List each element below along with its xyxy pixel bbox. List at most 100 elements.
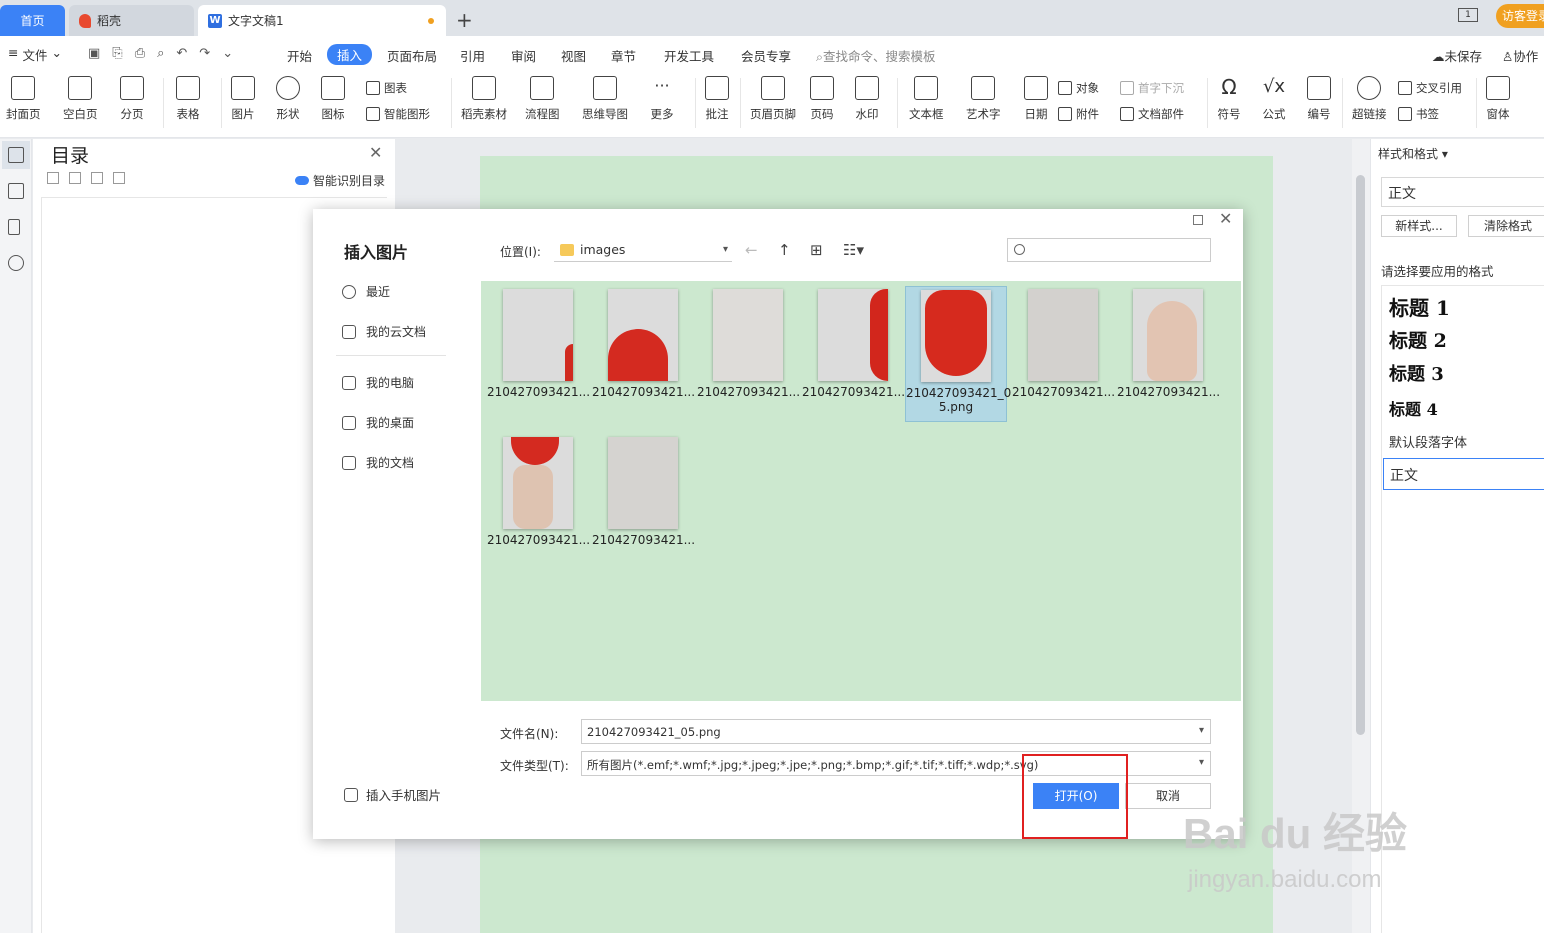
clear-format-button[interactable]: 清除格式 — [1468, 215, 1544, 237]
hyperlink-button[interactable]: 超链接 — [1352, 76, 1387, 122]
nav-docs[interactable]: 我的文档 — [342, 454, 414, 471]
menu-layout[interactable]: 页面布局 — [387, 46, 437, 65]
collapse-icon[interactable] — [47, 172, 59, 184]
guest-login-button[interactable]: 访客登录 — [1496, 4, 1544, 28]
location-select[interactable]: images ▾ — [554, 238, 732, 262]
watermark-button[interactable]: 水印 — [855, 76, 879, 122]
wordart-button[interactable]: 艺术字 — [966, 76, 1001, 122]
file-item[interactable]: 210427093421... — [487, 437, 590, 547]
export-icon[interactable]: ⎘ — [112, 46, 122, 61]
form-button[interactable]: 窗体 — [1486, 76, 1510, 122]
tab-home[interactable]: 首页 — [0, 5, 65, 36]
up-arrow-icon[interactable]: ↑ — [778, 241, 791, 259]
comment-button[interactable]: 批注 — [705, 76, 729, 122]
style-heading-1[interactable]: 标题 1 — [1389, 292, 1450, 321]
symbol-button[interactable]: Ω 符号 — [1217, 76, 1241, 122]
crossref-button[interactable]: 交叉引用 — [1398, 80, 1462, 96]
file-item[interactable]: 210427093421... — [697, 289, 800, 399]
preview-icon[interactable]: ⌕ — [157, 46, 164, 61]
picture-button[interactable]: 图片 — [231, 76, 255, 122]
object-button[interactable]: 对象 — [1058, 80, 1099, 96]
command-search[interactable]: ⌕查找命令、搜索模板 — [816, 46, 936, 65]
menu-member[interactable]: 会员专享 — [741, 46, 791, 65]
file-item[interactable]: 210427093421... — [802, 289, 905, 399]
cover-page-button[interactable]: 封面页 — [6, 76, 41, 122]
menu-reference[interactable]: 引用 — [460, 46, 485, 65]
file-item[interactable]: 210427093421... — [487, 289, 590, 399]
attachment-button[interactable]: 附件 — [1058, 106, 1099, 122]
docparts-button[interactable]: 文档部件 — [1120, 106, 1184, 122]
table-button[interactable]: 表格 — [176, 76, 200, 122]
materials-button[interactable]: 稻壳素材 — [461, 76, 507, 122]
scroll-thumb[interactable] — [1356, 175, 1365, 735]
style-heading-3[interactable]: 标题 3 — [1389, 360, 1444, 386]
view-mode-icon[interactable]: ☷▾ — [843, 241, 864, 259]
insert-phone-picture[interactable]: 插入手机图片 — [344, 785, 441, 804]
menu-view[interactable]: 视图 — [561, 46, 586, 65]
maximize-icon[interactable] — [1193, 215, 1203, 225]
tab-document[interactable]: W 文字文稿1 — [198, 5, 446, 36]
menu-insert[interactable]: 插入 — [327, 44, 373, 65]
header-footer-button[interactable]: 页眉页脚 — [750, 76, 796, 122]
nav-pc[interactable]: 我的电脑 — [342, 374, 414, 391]
icon-button[interactable]: 图标 — [321, 76, 345, 122]
window-count-icon[interactable]: 1 — [1458, 8, 1478, 22]
save-icon[interactable]: ▣ — [88, 46, 100, 61]
chart-button[interactable]: 图表 — [366, 80, 407, 96]
textbox-button[interactable]: 文本框 — [909, 76, 944, 122]
style-heading-4[interactable]: 标题 4 — [1389, 396, 1438, 420]
new-folder-icon[interactable]: ⊞ — [810, 241, 823, 259]
add-level-icon[interactable] — [91, 172, 103, 184]
close-icon[interactable]: ✕ — [1219, 209, 1232, 228]
menu-developer[interactable]: 开发工具 — [664, 46, 714, 65]
styles-panel-title[interactable]: 样式和格式 ▾ — [1378, 145, 1448, 162]
navigation-icon[interactable] — [8, 183, 24, 199]
new-tab-icon[interactable]: + — [456, 8, 473, 32]
bookmark-icon[interactable] — [8, 219, 20, 235]
file-search-input[interactable] — [1007, 238, 1211, 262]
dropcap-button[interactable]: 首字下沉 — [1120, 80, 1184, 96]
nav-cloud[interactable]: 我的云文档 — [342, 323, 426, 340]
new-style-button[interactable]: 新样式... — [1381, 215, 1457, 237]
shape-button[interactable]: 形状 — [276, 76, 300, 122]
flowchart-button[interactable]: 流程图 — [525, 76, 560, 122]
expand-icon[interactable] — [69, 172, 81, 184]
file-menu[interactable]: ≡ 文件 ⌄ — [8, 45, 62, 64]
nav-desktop[interactable]: 我的桌面 — [342, 414, 414, 431]
search-icon[interactable] — [8, 255, 24, 271]
tab-daoke[interactable]: 稻壳 — [69, 5, 194, 36]
menu-review[interactable]: 审阅 — [511, 46, 536, 65]
blank-page-button[interactable]: 空白页 — [63, 76, 98, 122]
numbering-button[interactable]: 编号 — [1307, 76, 1331, 122]
style-default-font[interactable]: 默认段落字体 — [1389, 432, 1467, 451]
close-icon[interactable]: ✕ — [369, 143, 382, 162]
file-item[interactable]: 210427093421... — [592, 289, 695, 399]
file-item-selected[interactable]: 210427093421_0 5.png — [905, 286, 1011, 422]
date-button[interactable]: 日期 — [1024, 76, 1048, 122]
smart-toc-button[interactable]: 智能识别目录 — [295, 172, 385, 189]
filename-input[interactable]: 210427093421_05.png ▾ — [581, 719, 1211, 744]
more-button[interactable]: ··· 更多 — [650, 76, 674, 122]
current-style-field[interactable]: 正文 — [1381, 177, 1544, 207]
page-number-button[interactable]: 页码 — [810, 76, 834, 122]
style-body-selected[interactable]: 正文 — [1383, 458, 1544, 490]
remove-level-icon[interactable] — [113, 172, 125, 184]
toc-icon[interactable] — [8, 147, 24, 163]
collab-button[interactable]: ♙协作 — [1502, 46, 1538, 65]
undo-icon[interactable]: ↶ — [176, 46, 187, 61]
smartart-button[interactable]: 智能图形 — [366, 106, 430, 122]
bookmark-button[interactable]: 书签 — [1398, 106, 1439, 122]
nav-recent[interactable]: 最近 — [342, 283, 390, 300]
file-item[interactable]: 210427093421... — [1117, 289, 1220, 399]
menu-chapter[interactable]: 章节 — [611, 46, 636, 65]
menu-start[interactable]: 开始 — [287, 46, 312, 65]
back-arrow-icon[interactable]: ← — [745, 241, 758, 259]
more-icon[interactable]: ⌄ — [222, 46, 233, 61]
style-heading-2[interactable]: 标题 2 — [1389, 326, 1447, 353]
mindmap-button[interactable]: 思维导图 — [582, 76, 628, 122]
file-item[interactable]: 210427093421... — [1012, 289, 1115, 399]
file-item[interactable]: 210427093421... — [592, 437, 695, 547]
formula-button[interactable]: √x 公式 — [1262, 76, 1286, 122]
print-icon[interactable]: ⎙ — [135, 46, 145, 61]
redo-icon[interactable]: ↷ — [199, 46, 210, 61]
